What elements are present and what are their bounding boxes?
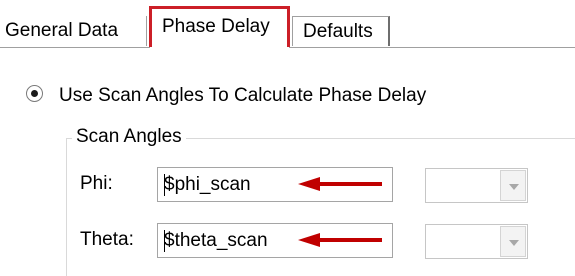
tab-defaults-label: Defaults [303,21,373,42]
scan-angles-group-border-left [66,138,67,276]
tab-general-data[interactable]: General Data [0,16,147,46]
phi-label: Phi: [80,173,113,194]
text-cursor [164,174,165,196]
chevron-down-icon [509,240,519,246]
tab-general-data-label: General Data [5,20,119,41]
phi-dropdown-button[interactable] [500,170,526,201]
tab-phase-delay[interactable]: Phase Delay [149,6,290,47]
theta-dropdown[interactable] [425,224,528,259]
chevron-down-icon [509,184,519,190]
theta-dropdown-button[interactable] [500,226,526,257]
theta-label: Theta: [80,229,134,250]
phase-delay-dialog: General Data Phase Delay Defaults Use Sc… [0,0,575,276]
scan-angles-group-title: Scan Angles [72,125,186,149]
arrow-left-icon [298,177,382,191]
tab-phase-delay-label: Phase Delay [162,16,270,37]
tab-defaults[interactable]: Defaults [292,16,390,46]
tab-strip-divider-right [289,47,575,48]
use-scan-angles-radio[interactable] [26,85,43,102]
text-cursor [164,230,165,252]
radio-selected-dot [31,90,38,97]
arrow-left-icon [298,233,382,247]
phi-dropdown[interactable] [425,168,528,203]
use-scan-angles-radio-label[interactable]: Use Scan Angles To Calculate Phase Delay [59,84,426,108]
tab-strip-divider-left [0,47,150,48]
theta-input-value: $theta_scan [164,230,268,251]
phi-input-value: $phi_scan [164,174,251,195]
